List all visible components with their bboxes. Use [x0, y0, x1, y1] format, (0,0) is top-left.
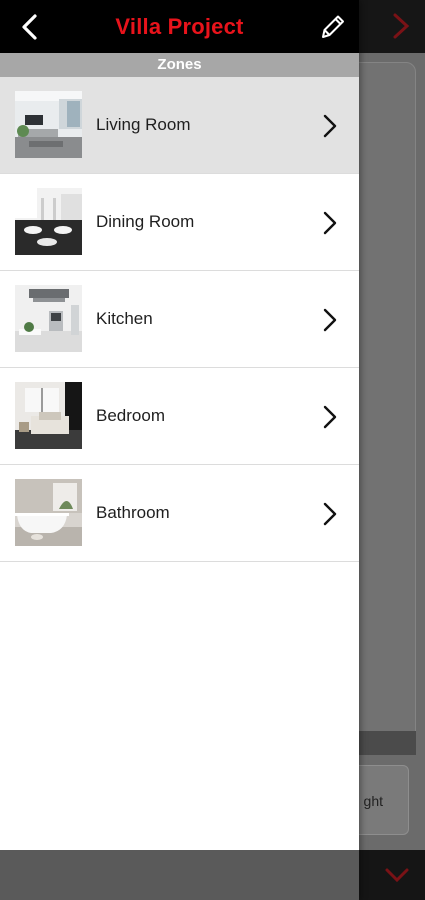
- section-header: Zones: [0, 53, 359, 77]
- chevron-right-icon: [323, 502, 337, 526]
- chevron-right-icon: [323, 405, 337, 429]
- page-title: Villa Project: [115, 14, 244, 39]
- list-item-living-room[interactable]: Living Room: [0, 77, 359, 174]
- bathroom-thumbnail: [15, 479, 82, 546]
- chevron-right-icon[interactable]: [389, 12, 413, 40]
- zone-label: Living Room: [96, 115, 191, 134]
- list-item-bathroom[interactable]: Bathroom: [0, 465, 359, 562]
- chevron-down-icon[interactable]: [384, 866, 410, 884]
- list-item-bedroom[interactable]: Bedroom: [0, 368, 359, 465]
- living-room-thumbnail: [15, 91, 82, 158]
- zone-list: Living Room Dining Room Kitchen Bedroom …: [0, 77, 359, 562]
- drawer-header: Villa Project: [0, 0, 359, 53]
- zone-label: Bedroom: [96, 406, 165, 425]
- chevron-right-icon: [323, 211, 337, 235]
- list-item-dining-room[interactable]: Dining Room: [0, 174, 359, 271]
- list-item-kitchen[interactable]: Kitchen: [0, 271, 359, 368]
- chevron-right-icon: [323, 114, 337, 138]
- chevron-right-icon: [323, 308, 337, 332]
- zone-label: Dining Room: [96, 212, 195, 231]
- background-light-label: ght: [363, 793, 383, 809]
- drawer-footer: [0, 850, 359, 900]
- pencil-icon[interactable]: [315, 10, 347, 44]
- bedroom-thumbnail: [15, 382, 82, 449]
- zone-label: Bathroom: [96, 503, 170, 522]
- zone-label: Kitchen: [96, 309, 153, 328]
- zones-drawer: Villa Project Zones Living Room Dining R…: [0, 0, 359, 900]
- dining-room-thumbnail: [15, 188, 82, 255]
- kitchen-thumbnail: [15, 285, 82, 352]
